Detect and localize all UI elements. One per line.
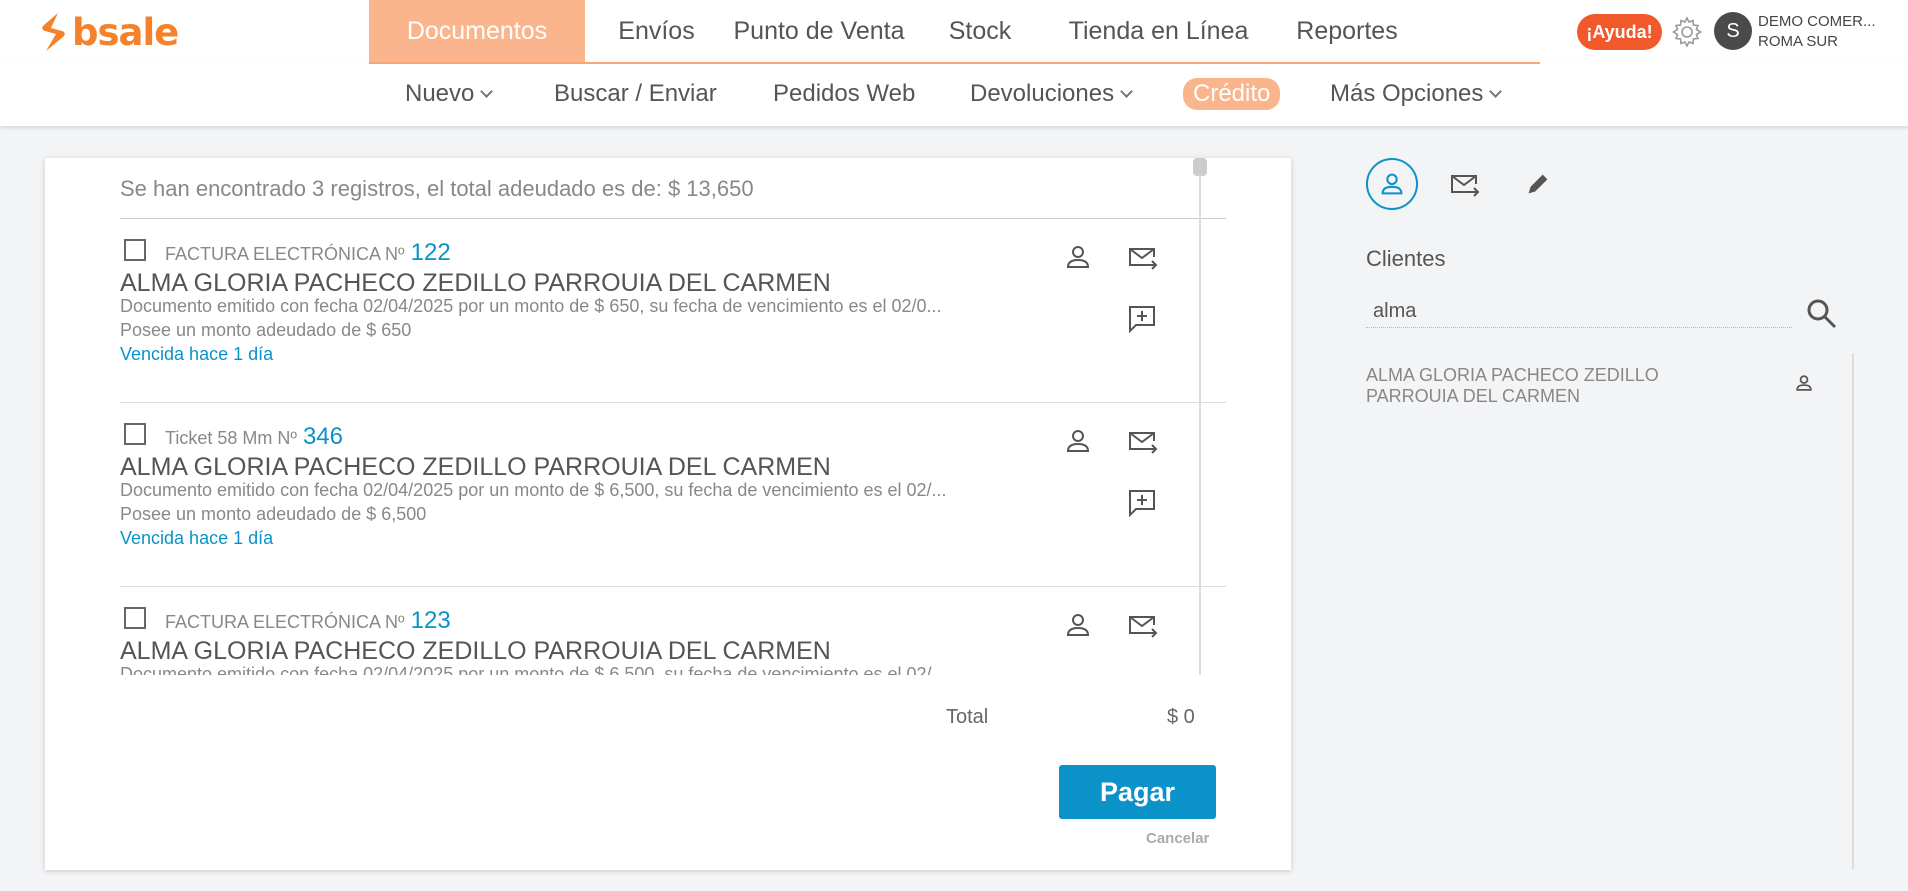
user-icon bbox=[1381, 173, 1403, 195]
avatar[interactable]: S bbox=[1714, 12, 1752, 50]
pencil-icon bbox=[1528, 174, 1548, 194]
add-comment-icon[interactable] bbox=[1126, 303, 1158, 335]
total-label: Total bbox=[946, 706, 989, 728]
total-value: $ 0 bbox=[1167, 706, 1195, 728]
gear-icon[interactable] bbox=[1670, 15, 1704, 49]
tab-edit[interactable] bbox=[1512, 158, 1564, 210]
record-checkbox[interactable] bbox=[124, 607, 146, 629]
subnav-pedidos-web-label: Pedidos Web bbox=[773, 80, 916, 107]
tab-clients[interactable] bbox=[1366, 158, 1418, 210]
record-checkbox[interactable] bbox=[124, 423, 146, 445]
user-icon[interactable] bbox=[1062, 241, 1094, 273]
record-checkbox[interactable] bbox=[124, 239, 146, 261]
chevron-down-icon bbox=[1489, 84, 1503, 98]
record-due-status: Vencida hace 1 día bbox=[120, 344, 274, 364]
scrollbar-track[interactable] bbox=[1199, 158, 1201, 675]
send-mail-icon[interactable] bbox=[1126, 241, 1158, 273]
record-description: Documento emitido con fecha 02/04/2025 p… bbox=[120, 480, 947, 500]
subnav-credito-label: Crédito bbox=[1193, 80, 1271, 107]
pay-button[interactable]: Pagar bbox=[1059, 765, 1216, 819]
add-comment-icon[interactable] bbox=[1126, 487, 1158, 519]
results-summary: Se han encontrado 3 registros, el total … bbox=[120, 176, 754, 201]
sidebar-divider bbox=[1852, 353, 1854, 869]
subnav-devoluciones-label: Devoluciones bbox=[970, 80, 1115, 107]
scrollbar-thumb[interactable] bbox=[1193, 158, 1207, 176]
bsale-logo[interactable]: bsale bbox=[38, 10, 179, 54]
company-line1: DEMO COMER... bbox=[1758, 13, 1876, 30]
list-item: FACTURA ELECTRÓNICA Nº 123 ALMA GLORIA P… bbox=[120, 587, 1226, 675]
document-type-label: FACTURA ELECTRÓNICA Nº bbox=[165, 244, 405, 264]
client-result[interactable]: ALMA GLORIA PACHECO ZEDILLO PARROUIA DEL… bbox=[1366, 365, 1666, 407]
record-due-status: Vencida hace 1 día bbox=[120, 528, 274, 548]
credit-panel: Se han encontrado 3 registros, el total … bbox=[45, 158, 1291, 870]
record-description: Documento emitido con fecha 02/04/2025 p… bbox=[120, 664, 947, 675]
record-description: Documento emitido con fecha 02/04/2025 p… bbox=[120, 296, 942, 316]
subnav-mas-opciones-label: Más Opciones bbox=[1330, 80, 1484, 107]
record-client-name: ALMA GLORIA PACHECO ZEDILLO PARROUIA DEL… bbox=[120, 453, 831, 481]
subnav-mas-opciones[interactable]: Más Opciones bbox=[1330, 78, 1503, 110]
record-client-name: ALMA GLORIA PACHECO ZEDILLO PARROUIA DEL… bbox=[120, 637, 831, 665]
client-search-input[interactable] bbox=[1366, 296, 1792, 328]
record-client-name: ALMA GLORIA PACHECO ZEDILLO PARROUIA DEL… bbox=[120, 269, 831, 297]
record-debt: Posee un monto adeudado de $ 650 bbox=[120, 320, 412, 340]
records-list[interactable]: FACTURA ELECTRÓNICA Nº 122 ALMA GLORIA P… bbox=[120, 219, 1226, 675]
nav-envios[interactable]: Envíos bbox=[585, 0, 728, 62]
nav-reportes[interactable]: Reportes bbox=[1267, 0, 1427, 62]
document-type: FACTURA ELECTRÓNICA Nº 122 bbox=[165, 239, 451, 267]
subnav-nuevo[interactable]: Nuevo bbox=[405, 78, 494, 110]
record-debt: Posee un monto adeudado de $ 6,500 bbox=[120, 504, 427, 524]
list-item: Ticket 58 Mm Nº 346 ALMA GLORIA PACHECO … bbox=[120, 403, 1226, 587]
user-icon[interactable] bbox=[1062, 425, 1094, 457]
subnav-buscar-enviar-label: Buscar / Enviar bbox=[554, 80, 717, 107]
nav-tienda-en-linea[interactable]: Tienda en Línea bbox=[1050, 0, 1267, 62]
send-mail-icon bbox=[1451, 175, 1480, 197]
company-line2: ROMA SUR bbox=[1758, 33, 1839, 50]
send-mail-icon[interactable] bbox=[1126, 425, 1158, 457]
help-button[interactable]: ¡Ayuda! bbox=[1577, 14, 1662, 50]
company-name[interactable]: DEMO COMER... ROMA SUR bbox=[1758, 12, 1876, 52]
send-mail-icon[interactable] bbox=[1126, 609, 1158, 641]
document-type-label: Ticket 58 Mm Nº bbox=[165, 428, 297, 448]
document-type-label: FACTURA ELECTRÓNICA Nº bbox=[165, 612, 405, 632]
main-nav: Documentos Envíos Punto de Venta Stock T… bbox=[369, 0, 1540, 64]
subnav-buscar-enviar[interactable]: Buscar / Enviar bbox=[554, 78, 717, 110]
sub-nav: Nuevo Buscar / Enviar Pedidos Web Devolu… bbox=[0, 64, 1908, 126]
subnav-credito[interactable]: Crédito bbox=[1183, 78, 1281, 110]
subnav-pedidos-web[interactable]: Pedidos Web bbox=[773, 78, 915, 110]
document-type: FACTURA ELECTRÓNICA Nº 123 bbox=[165, 607, 451, 635]
list-item: FACTURA ELECTRÓNICA Nº 122 ALMA GLORIA P… bbox=[120, 219, 1226, 403]
cancel-link[interactable]: Cancelar bbox=[1146, 830, 1209, 847]
nav-stock[interactable]: Stock bbox=[910, 0, 1050, 62]
document-type: Ticket 58 Mm Nº 346 bbox=[165, 423, 343, 451]
user-icon[interactable] bbox=[1793, 372, 1815, 394]
nav-documentos[interactable]: Documentos bbox=[369, 0, 585, 62]
document-number[interactable]: 123 bbox=[411, 607, 451, 635]
subnav-nuevo-label: Nuevo bbox=[405, 80, 475, 107]
chevron-down-icon bbox=[480, 84, 494, 98]
top-bar: bsale Documentos Envíos Punto de Venta S… bbox=[0, 0, 1908, 64]
document-number[interactable]: 346 bbox=[303, 423, 343, 451]
tab-send-mail[interactable] bbox=[1438, 158, 1490, 210]
clients-title: Clientes bbox=[1366, 246, 1446, 271]
subnav-devoluciones[interactable]: Devoluciones bbox=[970, 78, 1133, 110]
document-number[interactable]: 122 bbox=[411, 239, 451, 267]
nav-punto-de-venta[interactable]: Punto de Venta bbox=[728, 0, 910, 62]
brand-name: bsale bbox=[72, 10, 179, 54]
bsale-logo-icon bbox=[42, 13, 65, 51]
search-icon[interactable] bbox=[1804, 296, 1838, 330]
chevron-down-icon bbox=[1120, 84, 1133, 98]
user-icon[interactable] bbox=[1062, 609, 1094, 641]
